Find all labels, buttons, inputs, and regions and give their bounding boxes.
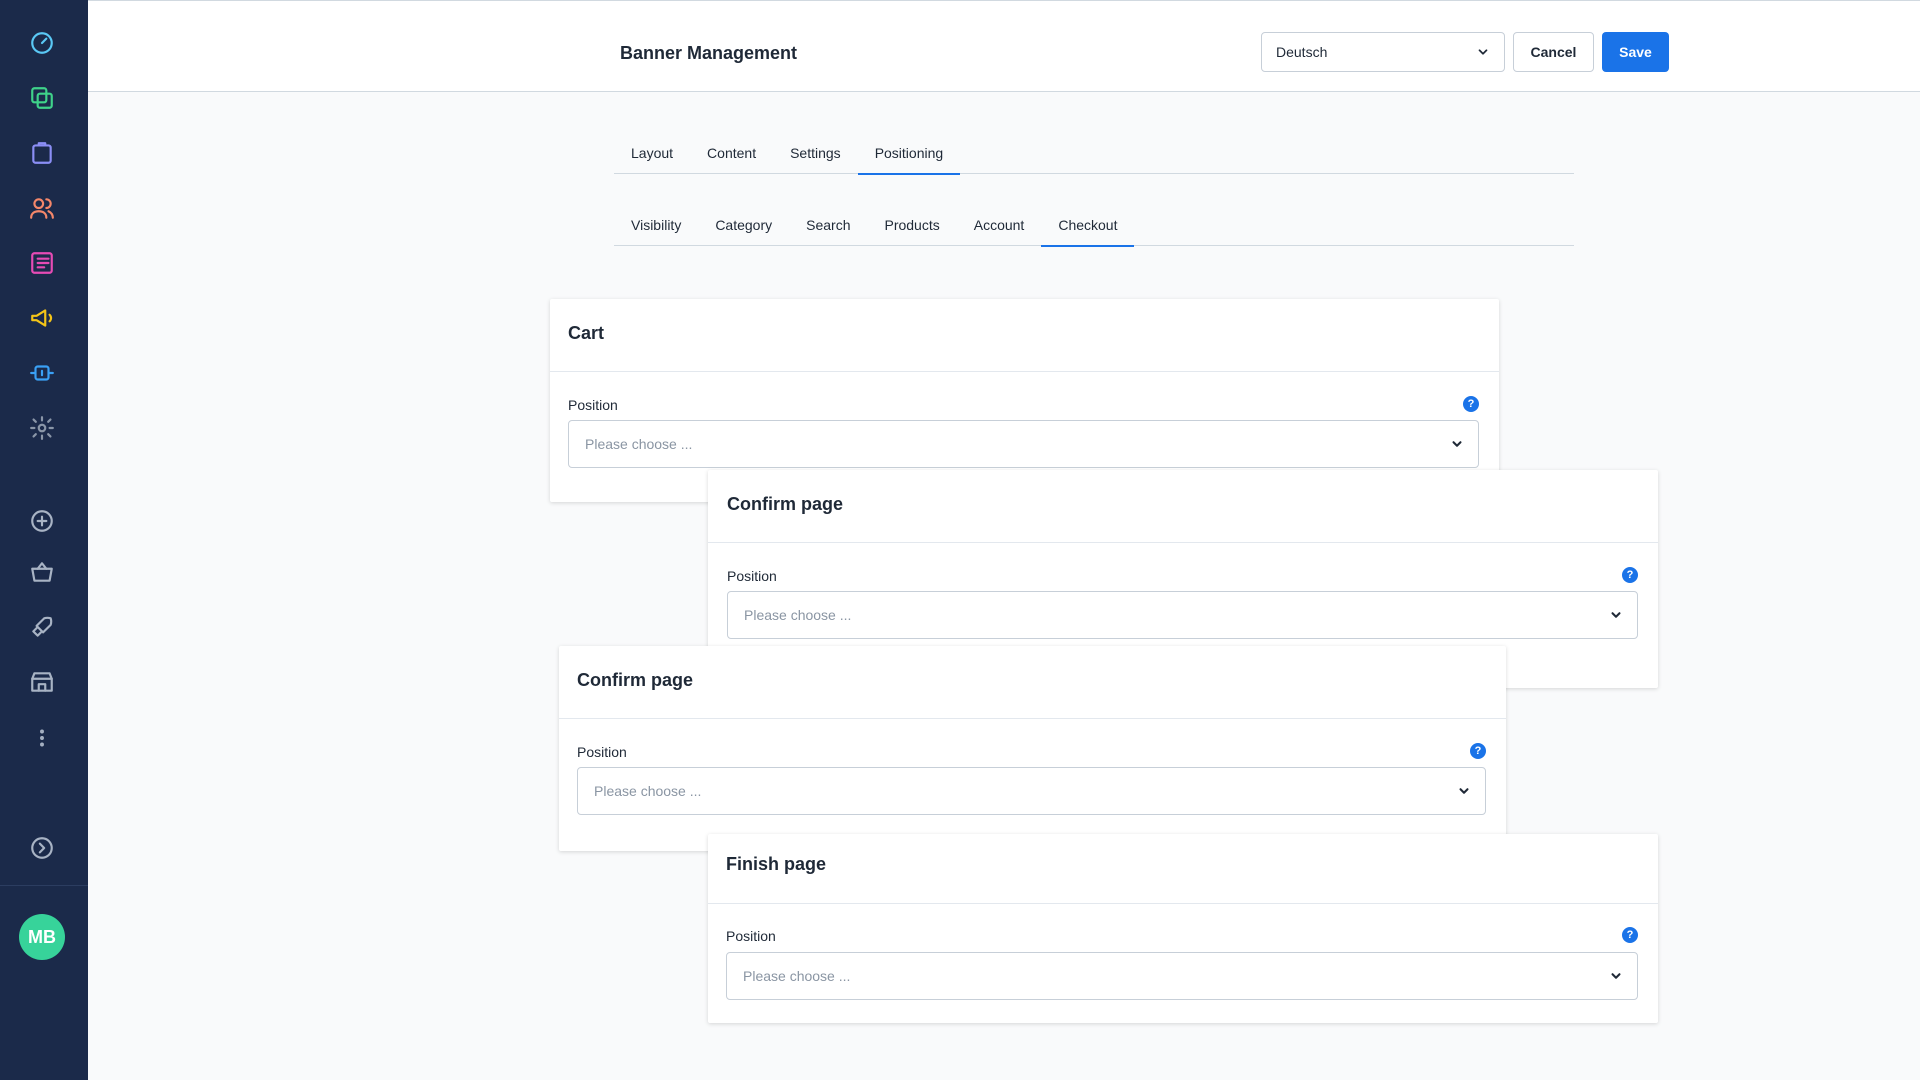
- position-label: Position: [727, 568, 777, 584]
- tab-visibility[interactable]: Visibility: [614, 210, 698, 246]
- tab-positioning[interactable]: Positioning: [857, 138, 961, 175]
- tab-search[interactable]: Search: [789, 210, 867, 246]
- tab-layout[interactable]: Layout: [614, 138, 690, 174]
- card-divider: [559, 718, 1506, 719]
- main-tabs: Layout Content Settings Positioning: [614, 138, 1574, 175]
- header-bar: Banner Management Deutsch Cancel Save: [88, 0, 1920, 92]
- tab-settings[interactable]: Settings: [773, 138, 858, 174]
- help-icon[interactable]: ?: [1470, 743, 1486, 759]
- language-value: Deutsch: [1276, 44, 1328, 60]
- tab-account[interactable]: Account: [957, 210, 1042, 246]
- position-label: Position: [726, 928, 776, 944]
- tab-content[interactable]: Content: [690, 138, 773, 174]
- chevron-down-icon: [1611, 973, 1621, 979]
- cancel-button[interactable]: Cancel: [1513, 32, 1594, 72]
- card-divider: [708, 903, 1658, 904]
- customers-icon[interactable]: [24, 190, 60, 226]
- position-select[interactable]: Please choose ...: [568, 420, 1479, 468]
- tab-products[interactable]: Products: [867, 210, 956, 246]
- basket-icon[interactable]: [24, 554, 60, 590]
- storefront-icon[interactable]: [24, 664, 60, 700]
- chevron-down-icon: [1459, 788, 1469, 794]
- page-title: Banner Management: [620, 43, 798, 63]
- select-placeholder: Please choose ...: [585, 436, 693, 452]
- select-placeholder: Please choose ...: [594, 783, 702, 799]
- sidebar: MB: [0, 0, 88, 1080]
- rocket-icon[interactable]: [24, 609, 60, 645]
- collapse-icon[interactable]: [24, 830, 60, 866]
- position-label: Position: [568, 397, 618, 413]
- help-icon[interactable]: ?: [1622, 567, 1638, 583]
- chevron-down-icon: [1611, 612, 1621, 618]
- save-button[interactable]: Save: [1602, 32, 1669, 72]
- chevron-down-icon: [1478, 49, 1488, 55]
- card-title: Confirm page: [727, 494, 844, 514]
- card-divider: [708, 542, 1658, 543]
- avatar[interactable]: MB: [19, 914, 65, 960]
- tab-category[interactable]: Category: [698, 210, 789, 246]
- catalogue-icon[interactable]: [24, 80, 60, 116]
- select-placeholder: Please choose ...: [743, 968, 851, 984]
- help-icon[interactable]: ?: [1463, 396, 1479, 412]
- sub-tabs: Visibility Category Search Products Acco…: [614, 210, 1574, 247]
- help-icon[interactable]: ?: [1622, 927, 1638, 943]
- select-placeholder: Please choose ...: [744, 607, 852, 623]
- sidebar-divider: [0, 885, 88, 886]
- add-icon[interactable]: [24, 503, 60, 539]
- card-title: Finish page: [726, 854, 827, 874]
- position-select[interactable]: Please choose ...: [577, 767, 1486, 815]
- settings-icon[interactable]: [24, 410, 60, 446]
- dashboard-icon[interactable]: [24, 25, 60, 61]
- chevron-down-icon: [1452, 441, 1462, 447]
- position-select[interactable]: Please choose ...: [726, 952, 1638, 1000]
- position-select[interactable]: Please choose ...: [727, 591, 1638, 639]
- card-divider: [550, 371, 1499, 372]
- orders-icon[interactable]: [24, 135, 60, 171]
- card-title: Cart: [568, 323, 605, 343]
- finish-page-card: Finish page Position ? Please choose ...: [708, 834, 1658, 1023]
- tab-checkout[interactable]: Checkout: [1041, 210, 1135, 247]
- language-select[interactable]: Deutsch: [1261, 32, 1505, 72]
- position-label: Position: [577, 744, 627, 760]
- extensions-icon[interactable]: [24, 355, 60, 391]
- content-icon[interactable]: [24, 245, 60, 281]
- confirm-page-card: Confirm page Position ? Please choose ..…: [559, 646, 1506, 851]
- more-icon[interactable]: [24, 720, 60, 756]
- marketing-icon[interactable]: [24, 300, 60, 336]
- card-title: Confirm page: [577, 670, 694, 690]
